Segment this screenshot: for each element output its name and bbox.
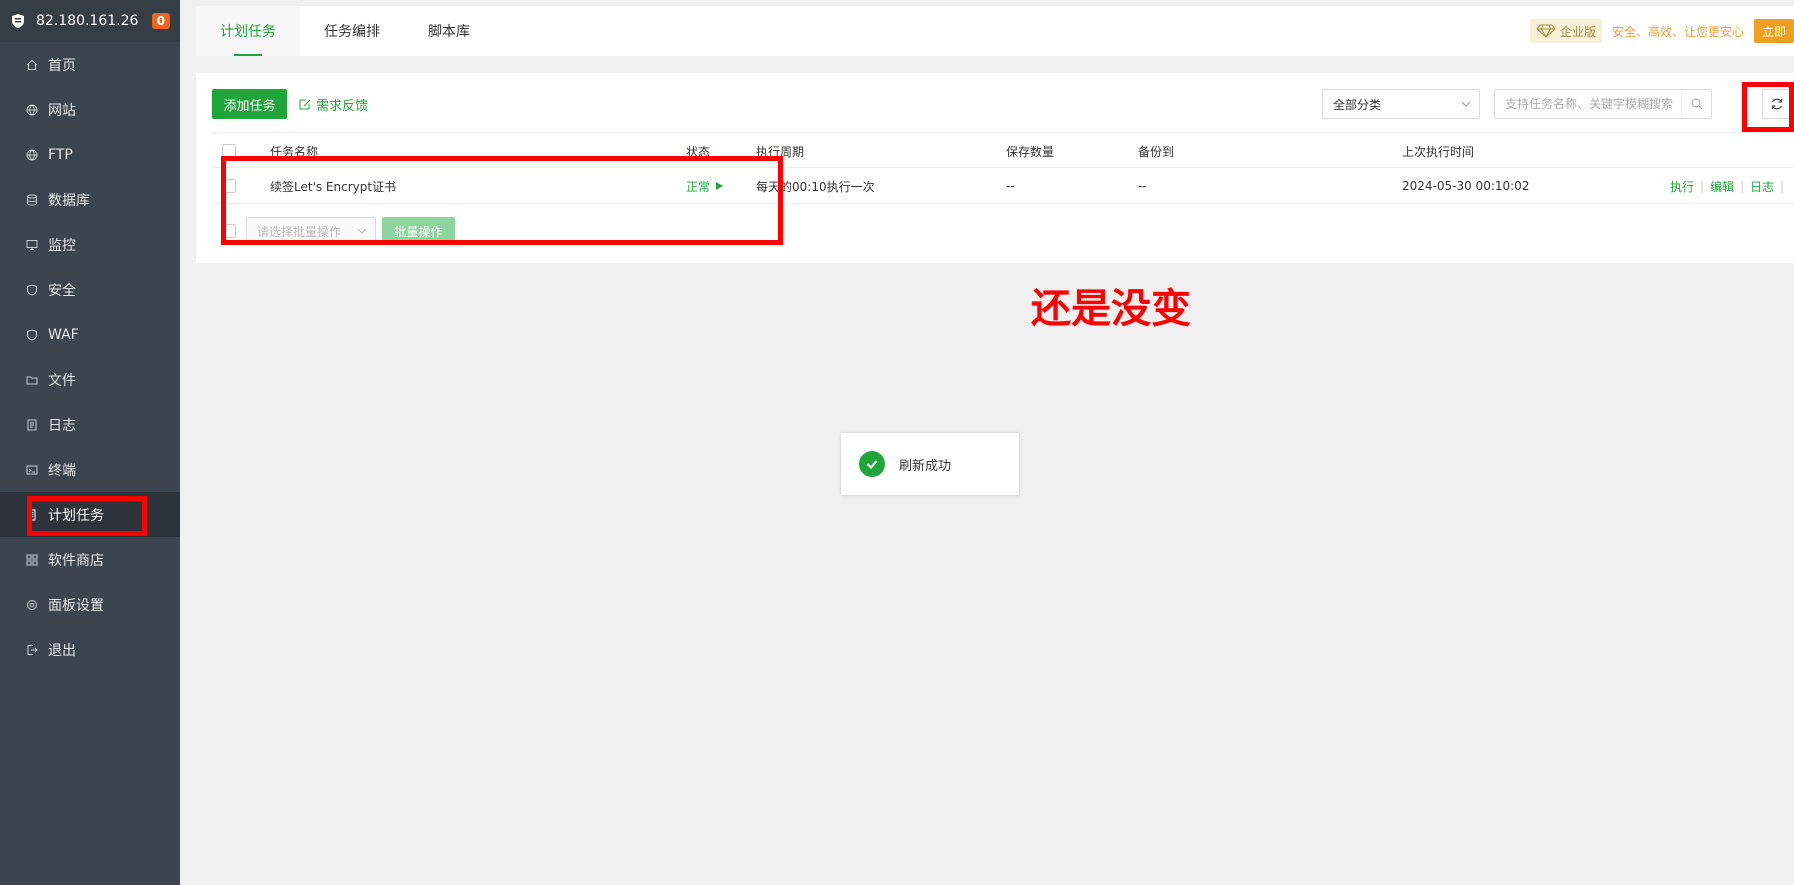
sidebar-item-label: 数据库 [48, 192, 90, 209]
chevron-down-icon [1461, 101, 1471, 107]
sidebar-item-store[interactable]: 软件商店 [0, 537, 180, 582]
terminal-icon [26, 465, 38, 474]
sidebar-item-label: FTP [48, 146, 73, 163]
sidebar-item-label: 网站 [48, 102, 76, 119]
task-last-run: 2024-05-30 00:10:02 [1402, 179, 1530, 193]
shield-icon [27, 328, 37, 341]
enterprise-slogan: 安全、高效、让您更安心 [1611, 24, 1744, 39]
sidebar: 82.180.161.26 0 首页 网站 FTP 数据库 监控 安全 WAF … [0, 0, 180, 885]
highlight-box-cron-nav [27, 496, 147, 536]
enterprise-promo: 企业版 安全、高效、让您更安心 立即 [1529, 18, 1794, 44]
column-header[interactable]: 上次执行时间 [1402, 133, 1474, 169]
shield-logo-icon [12, 14, 24, 28]
grid-icon [26, 554, 38, 565]
sidebar-item-settings[interactable]: 面板设置 [0, 582, 180, 627]
top-tab-bar: 计划任务 任务编排 脚本库 企业版 安全、高效、让您更安心 立即 [196, 6, 1794, 56]
toast-message: 刷新成功 [899, 458, 952, 474]
sidebar-header: 82.180.161.26 0 [0, 0, 180, 42]
run-link[interactable]: 执行 [1670, 178, 1694, 195]
sidebar-item-waf[interactable]: WAF [0, 312, 180, 357]
shield-icon [27, 283, 37, 296]
sidebar-item-logout[interactable]: 退出 [0, 627, 180, 672]
folder-icon [26, 376, 38, 384]
annotation-text: 还是没变 [1031, 286, 1191, 332]
logout-icon [27, 644, 38, 655]
sidebar-item-label: WAF [48, 326, 79, 343]
tab-script-library[interactable]: 脚本库 [404, 6, 494, 56]
sidebar-nav: 首页 网站 FTP 数据库 监控 安全 WAF 文件 日志 终端 计划任务 软件… [0, 42, 180, 672]
check-circle-icon [859, 451, 885, 477]
search-icon [1691, 98, 1702, 110]
category-select-value: 全部分类 [1333, 97, 1382, 112]
sidebar-item-files[interactable]: 文件 [0, 357, 180, 402]
sidebar-item-label: 终端 [48, 462, 76, 479]
feedback-label: 需求反馈 [316, 99, 369, 114]
sidebar-item-label: 退出 [48, 642, 76, 659]
globe-icon [26, 104, 38, 116]
globe-icon [26, 149, 38, 161]
enterprise-badge-label: 企业版 [1559, 24, 1596, 39]
tab-orchestration[interactable]: 任务编排 [300, 6, 404, 56]
sidebar-item-home[interactable]: 首页 [0, 42, 180, 87]
tab-cron[interactable]: 计划任务 [196, 6, 300, 56]
add-task-button[interactable]: 添加任务 [212, 89, 287, 119]
home-icon [26, 59, 38, 70]
sidebar-item-label: 首页 [48, 57, 76, 74]
diamond-icon [1536, 24, 1556, 38]
success-toast: 刷新成功 [840, 432, 1020, 496]
edit-icon [299, 99, 311, 110]
highlight-box-refresh [1742, 82, 1794, 132]
sidebar-item-label: 面板设置 [48, 597, 104, 614]
task-ops: 执行 | 编辑 | 日志 | [1670, 178, 1785, 195]
column-header[interactable]: 保存数量 [1006, 133, 1054, 169]
server-ip: 82.180.161.26 [36, 13, 139, 29]
sidebar-item-ftp[interactable]: FTP [0, 132, 180, 177]
sidebar-item-label: 安全 [48, 282, 76, 299]
column-header[interactable]: 备份到 [1138, 133, 1174, 169]
sidebar-item-logs[interactable]: 日志 [0, 402, 180, 447]
sidebar-item-label: 监控 [48, 237, 76, 254]
notification-badge[interactable]: 0 [151, 13, 170, 29]
sidebar-item-label: 软件商店 [48, 552, 104, 569]
search-input[interactable] [1495, 90, 1681, 118]
sidebar-item-database[interactable]: 数据库 [0, 177, 180, 222]
sidebar-item-website[interactable]: 网站 [0, 87, 180, 132]
highlight-box-task-row [221, 156, 783, 245]
sidebar-item-security[interactable]: 安全 [0, 267, 180, 312]
feedback-link[interactable]: 需求反馈 [298, 95, 368, 114]
sidebar-item-label: 文件 [48, 372, 76, 389]
search-button[interactable] [1681, 90, 1711, 118]
log-link[interactable]: 日志 [1750, 178, 1774, 195]
enterprise-badge: 企业版 [1529, 19, 1602, 43]
enterprise-buy-button[interactable]: 立即 [1753, 19, 1794, 43]
edit-link[interactable]: 编辑 [1710, 178, 1734, 195]
gear-icon [27, 599, 37, 610]
task-keep-count: -- [1006, 179, 1015, 193]
sidebar-item-label: 日志 [48, 417, 76, 434]
log-icon [27, 419, 37, 430]
database-icon [27, 194, 37, 205]
search-box [1494, 89, 1712, 119]
sidebar-item-terminal[interactable]: 终端 [0, 447, 180, 492]
monitor-icon [26, 239, 38, 250]
sidebar-item-monitor[interactable]: 监控 [0, 222, 180, 267]
category-select[interactable]: 全部分类 [1322, 89, 1480, 119]
task-backup-target: -- [1138, 179, 1147, 193]
